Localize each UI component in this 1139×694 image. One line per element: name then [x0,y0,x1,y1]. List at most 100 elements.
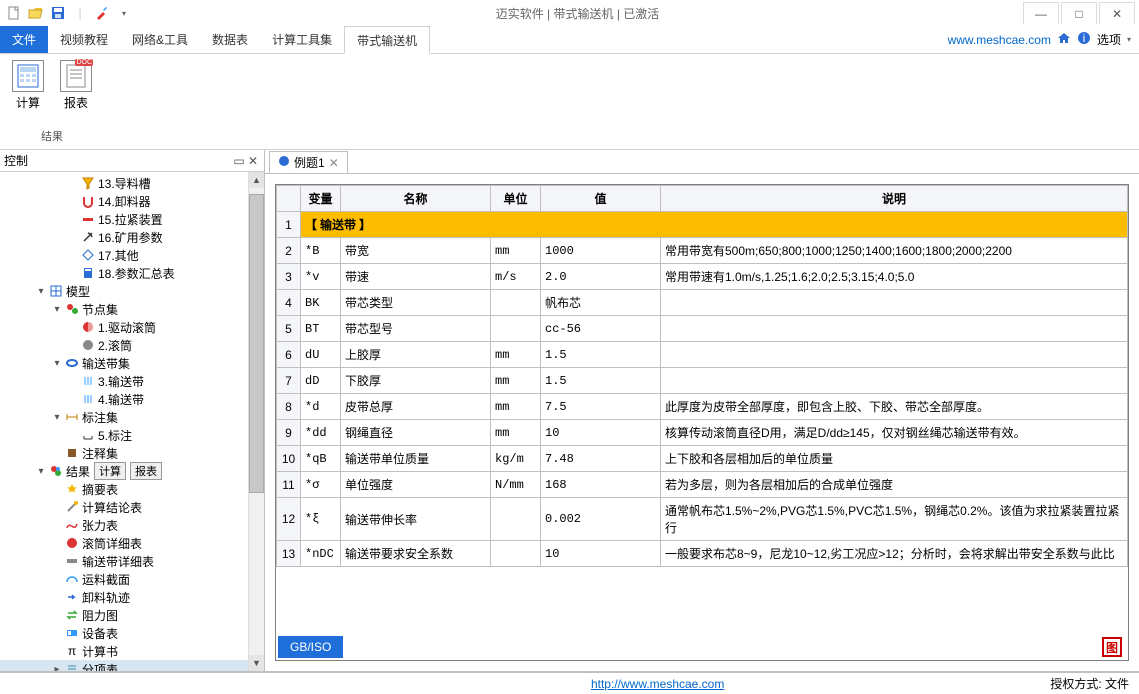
tab-network[interactable]: 网络&工具 [120,26,200,53]
tree-item[interactable]: ▾节点集 [0,300,264,318]
table-row[interactable]: 1【 输送带 】 [277,212,1128,238]
tree-item[interactable]: 17.其他 [0,246,264,264]
home-icon[interactable] [1057,31,1071,48]
cell-val[interactable]: 1.5 [541,368,661,394]
tree-scrollbar[interactable]: ▲ ▼ [248,172,264,671]
maximize-button[interactable]: □ [1061,2,1097,24]
tab-datasheet[interactable]: 数据表 [200,26,260,53]
tree-item[interactable]: ▸分项表 [0,660,264,671]
tree-item[interactable]: 摘要表 [0,480,264,498]
ribbon-calc-button[interactable]: 计算 [6,58,50,127]
tab-file[interactable]: 文件 [0,26,48,53]
tree-twisty-icon[interactable]: ▾ [34,286,48,297]
tree-item[interactable]: 13.导料槽 [0,174,264,192]
tree-item[interactable]: 运料截面 [0,570,264,588]
tree-item[interactable]: 18.参数汇总表 [0,264,264,282]
table-row[interactable]: 9*dd钢绳直径mm10核算传动滚筒直径D用，满足D/dd≥145，仅对钢丝绳芯… [277,420,1128,446]
table-row[interactable]: 3*v带速m/s2.0常用带速有1.0m/s,1.25;1.6;2.0;2.5;… [277,264,1128,290]
tree-twisty-icon[interactable]: ▾ [50,412,64,423]
cell-val[interactable]: 1.5 [541,342,661,368]
tree-item[interactable]: ▾模型 [0,282,264,300]
tree-item[interactable]: 卸料轨迹 [0,588,264,606]
qa-dropdown-icon[interactable]: ▾ [116,5,132,21]
grid-header[interactable]: 说明 [661,186,1128,212]
status-link[interactable]: http://www.meshcae.com [591,677,724,691]
tree-item[interactable]: 输送带详细表 [0,552,264,570]
tree-item[interactable]: ▾结果计算报表 [0,462,264,480]
cell-val[interactable]: 10 [541,420,661,446]
grid-header[interactable]: 变量 [301,186,341,212]
minimize-button[interactable]: — [1023,2,1059,24]
options-dropdown-icon[interactable]: ▾ [1127,35,1131,44]
table-row[interactable]: 10*qB输送带单位质量kg/m7.48上下胶和各层相加后的单位质量 [277,446,1128,472]
table-row[interactable]: 5BT带芯型号cc-56 [277,316,1128,342]
tree-item[interactable]: 注释集 [0,444,264,462]
table-row[interactable]: 13*nDC输送带要求安全系数10一般要求布芯8~9，尼龙10~12,劣工况应>… [277,541,1128,567]
tree-item[interactable]: ▾标注集 [0,408,264,426]
grid-header[interactable] [277,186,301,212]
table-row[interactable]: 7dD下胶厚mm1.5 [277,368,1128,394]
cell-val[interactable]: 7.48 [541,446,661,472]
ribbon-report-button[interactable]: DOC 报表 [54,58,98,127]
info-icon[interactable]: i [1077,31,1091,48]
options-button[interactable]: 选项 [1097,31,1121,48]
table-row[interactable]: 11*σ单位强度N/mm168若为多层，则为各层相加后的合成单位强度 [277,472,1128,498]
cell-desc [661,342,1128,368]
site-link[interactable]: www.meshcae.com [948,33,1051,47]
tree-item[interactable]: 3.输送带 [0,372,264,390]
tab-calc-tools[interactable]: 计算工具集 [260,26,344,53]
tree-item[interactable]: 滚筒详细表 [0,534,264,552]
tree-item[interactable]: 16.矿用参数 [0,228,264,246]
tree-view[interactable]: 13.导料槽14.卸料器15.拉紧装置16.矿用参数17.其他18.参数汇总表▾… [0,172,264,671]
tree-twisty-icon[interactable]: ▸ [50,664,64,672]
cell-val[interactable]: 帆布芯 [541,290,661,316]
tab-conveyor[interactable]: 带式输送机 [344,26,430,54]
ribbon-group-label: 结果 [41,127,63,145]
table-row[interactable]: 8*d皮带总厚mm7.5此厚度为皮带全部厚度，即包含上胶、下胶、带芯全部厚度。 [277,394,1128,420]
panel-close-icon[interactable]: ✕ [246,154,260,168]
tree-item[interactable]: 1.驱动滚筒 [0,318,264,336]
table-row[interactable]: 4BK带芯类型帆布芯 [277,290,1128,316]
cell-val[interactable]: 0.002 [541,498,661,541]
cell-val[interactable]: 168 [541,472,661,498]
tree-item[interactable]: 5.标注 [0,426,264,444]
cell-val[interactable]: cc-56 [541,316,661,342]
cell-val[interactable]: 1000 [541,238,661,264]
table-row[interactable]: 2*B带宽mm1000常用带宽有500m;650;800;1000;1250;1… [277,238,1128,264]
doc-tab-example1[interactable]: 例题1 ✕ [269,151,348,173]
tree-item[interactable]: 4.输送带 [0,390,264,408]
panel-float-icon[interactable]: ▭ [232,154,246,168]
close-button[interactable]: ✕ [1099,2,1135,24]
gb-iso-button[interactable]: GB/ISO [278,636,343,658]
tree-item[interactable]: ▾输送带集 [0,354,264,372]
tree-item[interactable]: 计算结论表 [0,498,264,516]
grid-header[interactable]: 单位 [491,186,541,212]
tree-twisty-icon[interactable]: ▾ [50,304,64,315]
grid-header[interactable]: 值 [541,186,661,212]
image-icon[interactable]: 图 [1102,637,1122,657]
tree-twisty-icon[interactable]: ▾ [34,466,48,477]
qa-tools-icon[interactable] [94,5,110,21]
tab-video[interactable]: 视频教程 [48,26,120,53]
data-grid[interactable]: 变量名称单位值说明1【 输送带 】2*B带宽mm1000常用带宽有500m;65… [276,185,1128,634]
tree-item[interactable]: 14.卸料器 [0,192,264,210]
tree-item[interactable]: 2.滚筒 [0,336,264,354]
tree-inline-button[interactable]: 计算 [94,462,126,480]
cell-val[interactable]: 10 [541,541,661,567]
table-row[interactable]: 12*ξ输送带伸长率0.002通常帆布芯1.5%~2%,PVG芯1.5%,PVC… [277,498,1128,541]
tree-inline-button[interactable]: 报表 [130,462,162,480]
tree-item[interactable]: 阻力图 [0,606,264,624]
tree-item[interactable]: 张力表 [0,516,264,534]
qa-save-icon[interactable] [50,5,66,21]
qa-open-icon[interactable] [28,5,44,21]
tree-twisty-icon[interactable]: ▾ [50,358,64,369]
tree-item[interactable]: π计算书 [0,642,264,660]
cell-val[interactable]: 2.0 [541,264,661,290]
qa-new-icon[interactable] [6,5,22,21]
grid-header[interactable]: 名称 [341,186,491,212]
doc-tab-close-icon[interactable]: ✕ [329,156,339,170]
tree-item[interactable]: 15.拉紧装置 [0,210,264,228]
tree-item[interactable]: 设备表 [0,624,264,642]
cell-val[interactable]: 7.5 [541,394,661,420]
table-row[interactable]: 6dU上胶厚mm1.5 [277,342,1128,368]
